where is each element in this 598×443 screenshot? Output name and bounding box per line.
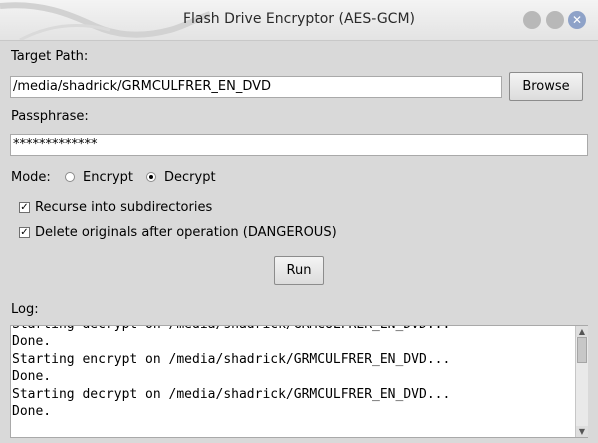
- minimize-button[interactable]: [523, 11, 541, 29]
- mode-label: Mode:: [11, 170, 51, 185]
- passphrase-label: Passphrase:: [11, 109, 89, 124]
- recurse-label[interactable]: Recurse into subdirectories: [35, 200, 212, 215]
- recurse-checkbox[interactable]: ✓: [19, 202, 30, 213]
- maximize-button[interactable]: [546, 11, 564, 29]
- scroll-thumb[interactable]: [577, 337, 587, 363]
- log-text: Starting decrypt on /media/shadrick/GRMC…: [12, 326, 451, 420]
- decrypt-radio-label[interactable]: Decrypt: [164, 170, 216, 185]
- check-icon: ✓: [20, 227, 29, 238]
- delete-originals-label[interactable]: Delete originals after operation (DANGER…: [35, 225, 337, 240]
- encrypt-radio-label[interactable]: Encrypt: [83, 170, 133, 185]
- check-icon: ✓: [20, 202, 29, 213]
- window-title: Flash Drive Encryptor (AES-GCM): [182, 11, 416, 27]
- log-scrollbar[interactable]: ▲ ▼: [575, 326, 588, 437]
- decrypt-radio[interactable]: [146, 172, 156, 182]
- scroll-down-arrow-icon[interactable]: ▼: [576, 426, 588, 437]
- target-path-input[interactable]: /media/shadrick/GRMCULFRER_EN_DVD: [10, 76, 502, 98]
- log-textarea[interactable]: Starting decrypt on /media/shadrick/GRMC…: [10, 325, 588, 438]
- browse-button[interactable]: Browse: [509, 72, 583, 101]
- title-bar: Flash Drive Encryptor (AES-GCM) ✕: [0, 0, 598, 41]
- encrypt-radio[interactable]: [65, 172, 75, 182]
- log-label: Log:: [11, 302, 39, 317]
- close-button[interactable]: ✕: [568, 11, 586, 29]
- close-icon: ✕: [571, 13, 583, 27]
- scroll-up-arrow-icon[interactable]: ▲: [576, 326, 588, 337]
- delete-originals-checkbox[interactable]: ✓: [19, 227, 30, 238]
- passphrase-input[interactable]: *************: [10, 134, 588, 156]
- target-path-label: Target Path:: [11, 49, 89, 64]
- run-button[interactable]: Run: [274, 256, 324, 285]
